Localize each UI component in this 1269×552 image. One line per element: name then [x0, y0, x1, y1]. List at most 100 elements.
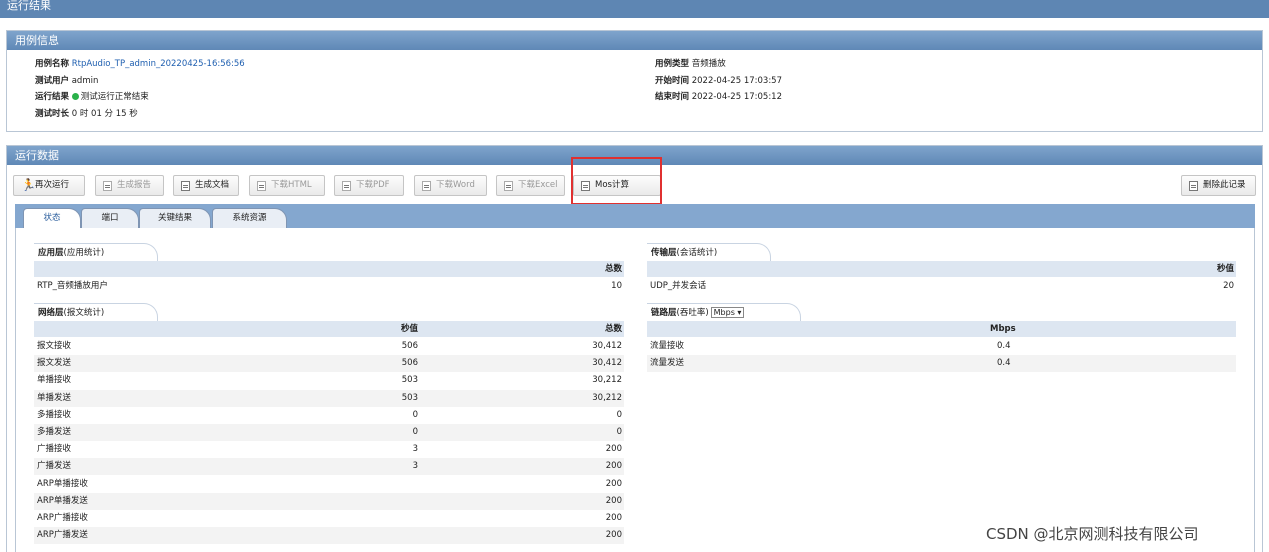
app-layer-header: 总数	[34, 261, 624, 277]
pdf-file-icon	[342, 181, 351, 191]
tab-key-results[interactable]: 关键结果	[139, 208, 211, 228]
row-name: 广播接收	[37, 444, 72, 455]
download-excel-button[interactable]: 下载Excel	[496, 175, 565, 196]
download-html-button[interactable]: 下载HTML	[249, 175, 325, 196]
row-total: 200	[605, 530, 622, 541]
table-row: UDP_并发会话 20	[647, 278, 1236, 295]
delete-record-button[interactable]: 删除此记录	[1181, 175, 1256, 196]
table-row: 广播发送 3 200	[34, 458, 624, 476]
row-name: 流量接收	[650, 341, 685, 351]
download-html-label: 下载HTML	[271, 180, 312, 190]
tab-status[interactable]: 状态	[23, 208, 81, 229]
network-layer-label: 网络层	[38, 308, 64, 318]
case-type-label: 用例类型	[655, 59, 690, 69]
row-name: 多播接收	[37, 409, 72, 420]
generate-report-label: 生成报告	[117, 180, 152, 190]
row-sec: 506	[401, 358, 418, 369]
row-name: ARP单播发送	[37, 495, 88, 506]
download-excel-label: 下载Excel	[518, 180, 558, 190]
test-user-label: 测试用户	[35, 75, 70, 86]
tab-bar: 状态 端口 关键结果 系统资源	[15, 204, 1255, 229]
link-layer-subtitle: (吞吐率)	[676, 308, 709, 318]
row-total: 30,212	[592, 392, 622, 403]
word-file-icon	[422, 181, 431, 191]
row-sec: 20	[1223, 281, 1234, 291]
network-layer-subtitle: (报文统计)	[63, 308, 105, 318]
case-name-link[interactable]: RtpAudio_TP_admin_20220425-16:56:56	[72, 59, 245, 69]
download-word-label: 下载Word	[436, 180, 475, 190]
row-sec: 3	[412, 461, 418, 472]
row-total: 200	[605, 495, 622, 506]
status-tab-content: 应用层(应用统计) 总数 RTP_音频播放用户 10 网络层(报文统计) 秒值 …	[15, 228, 1255, 552]
transport-sec-header: 秒值	[1216, 264, 1234, 274]
table-row: ARP广播发送 200	[34, 527, 624, 545]
row-total: 200	[605, 478, 622, 489]
app-layer-title: 应用层(应用统计)	[34, 243, 158, 261]
duration-label: 测试时长	[35, 108, 70, 119]
download-pdf-button[interactable]: 下载PDF	[334, 175, 404, 196]
table-row: 流量发送 0.4	[647, 355, 1236, 373]
row-name: RTP_音频播放用户	[37, 281, 108, 291]
document-icon	[181, 181, 190, 191]
tab-system-resources[interactable]: 系统资源	[212, 208, 287, 228]
generate-doc-label: 生成文档	[195, 180, 230, 190]
row-sec: 0	[412, 409, 418, 420]
case-info-left: 用例名称 RtpAudio_TP_admin_20220425-16:56:56…	[35, 56, 245, 122]
table-row: RTP_音频播放用户 10	[34, 278, 624, 295]
app-layer-label: 应用层	[38, 248, 64, 258]
excel-file-icon	[504, 181, 513, 191]
row-name: 报文发送	[37, 358, 72, 369]
highlight-box	[571, 157, 662, 205]
row-total: 200	[605, 461, 622, 472]
row-total: 0	[616, 427, 622, 437]
row-name: 广播发送	[37, 461, 72, 472]
unit-select[interactable]: Mbps ▾	[710, 307, 745, 318]
test-user-value: admin	[71, 75, 99, 86]
row-total: 0	[616, 409, 622, 420]
row-name: 多播发送	[37, 427, 72, 437]
row-value: 0.4	[997, 341, 1011, 351]
document-icon	[103, 181, 112, 191]
transport-layer-subtitle: (会话统计)	[676, 248, 718, 258]
table-row: ARP单播接收 200	[34, 476, 624, 493]
row-total: 30,412	[592, 358, 622, 369]
watermark: CSDN @北京网测科技有限公司	[986, 525, 1199, 543]
generate-doc-button[interactable]: 生成文档	[173, 175, 239, 196]
row-total: 10	[611, 281, 622, 291]
download-word-button[interactable]: 下载Word	[414, 175, 487, 196]
tab-port[interactable]: 端口	[81, 208, 139, 228]
transport-layer-label: 传输层	[651, 248, 677, 258]
case-name-label: 用例名称	[35, 59, 70, 69]
row-name: 单播接收	[37, 375, 72, 386]
trash-icon	[1189, 181, 1198, 191]
generate-report-button[interactable]: 生成报告	[95, 175, 164, 196]
table-row: 多播发送 0 0	[34, 424, 624, 441]
page-title: 运行结果	[0, 0, 1269, 18]
row-sec: 503	[401, 392, 418, 403]
result-label: 运行结果	[35, 92, 70, 103]
link-layer-header: Mbps	[647, 321, 1236, 337]
link-layer-title: 链路层(吞吐率) Mbps ▾	[647, 303, 801, 321]
case-type-value: 音频播放	[691, 59, 726, 69]
row-name: 单播发送	[37, 392, 72, 403]
end-time-label: 结束时间	[655, 92, 690, 103]
link-layer-label: 链路层	[651, 308, 677, 318]
case-info-right: 用例类型 音频播放 开始时间 2022-04-25 17:03:57 结束时间 …	[655, 56, 782, 106]
table-row: 流量接收 0.4	[647, 338, 1236, 355]
row-value: 0.4	[997, 358, 1011, 369]
rerun-button[interactable]: 🏃 再次运行	[13, 175, 85, 196]
delete-record-label: 删除此记录	[1203, 180, 1246, 190]
network-layer-header: 秒值 总数	[34, 321, 624, 337]
app-layer-subtitle: (应用统计)	[63, 248, 105, 258]
table-row: 单播发送 503 30,212	[34, 389, 624, 407]
duration-value: 0 时 01 分 15 秒	[71, 108, 138, 119]
app-total-header: 总数	[604, 264, 622, 274]
transport-layer-header: 秒值	[647, 261, 1236, 277]
start-time-value: 2022-04-25 17:03:57	[691, 75, 782, 86]
table-row: 报文发送 506 30,412	[34, 355, 624, 373]
row-name: 流量发送	[650, 358, 685, 369]
end-time-value: 2022-04-25 17:05:12	[691, 92, 782, 103]
row-total: 30,212	[592, 375, 622, 386]
table-row: 单播接收 503 30,212	[34, 372, 624, 389]
table-row: 报文接收 506 30,412	[34, 338, 624, 355]
